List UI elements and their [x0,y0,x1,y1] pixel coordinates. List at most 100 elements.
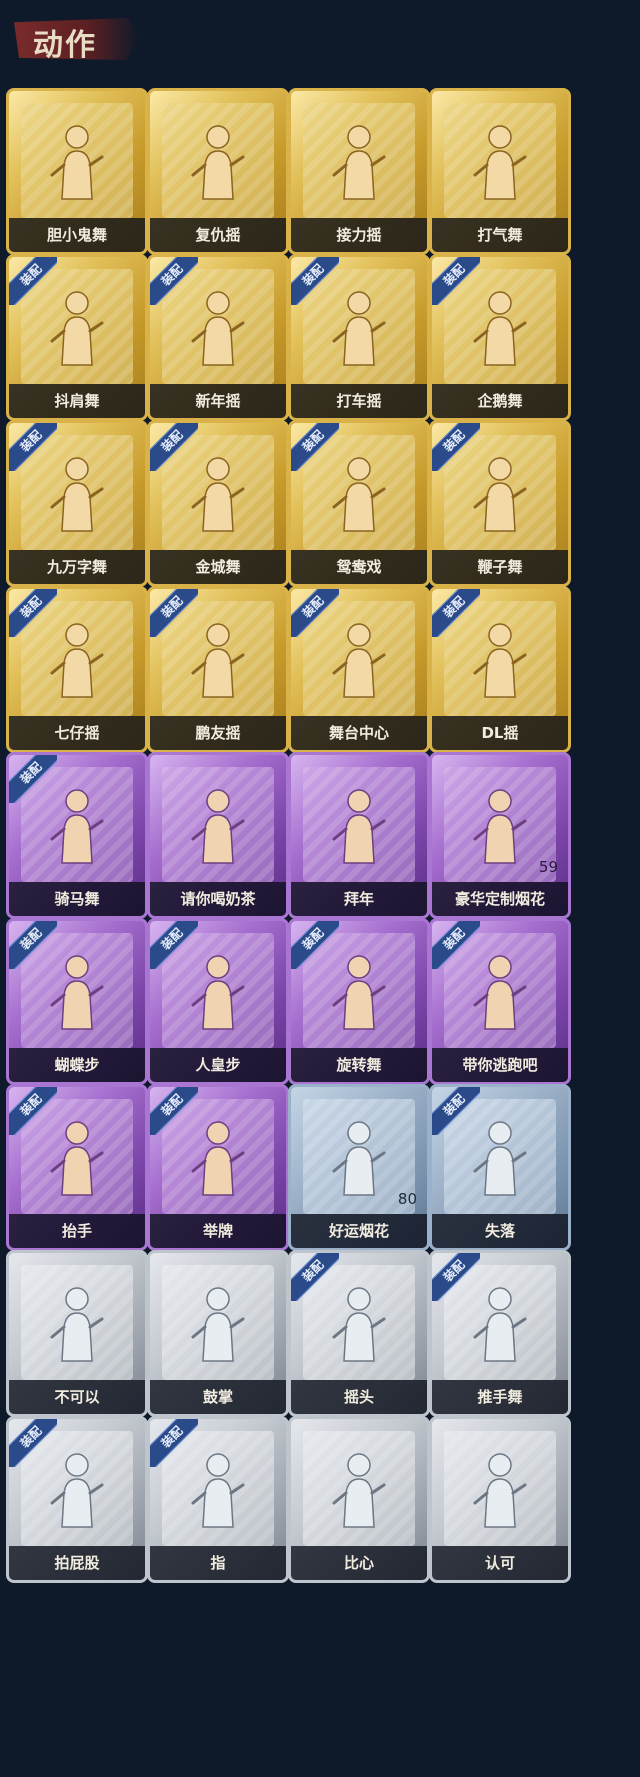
equipped-badge: 装配 [9,755,57,803]
emote-card[interactable]: 59 豪华定制烟花 [429,752,571,919]
emote-card[interactable]: 鼓掌 [147,1250,289,1417]
equipped-badge: 装配 [150,423,198,471]
equipped-badge: 装配 [150,1087,198,1135]
emote-label: 鞭子舞 [432,550,568,584]
emote-card[interactable]: 装配 舞台中心 [288,586,430,753]
equipped-badge-label: 装配 [291,1253,339,1301]
equipped-badge-label: 装配 [291,589,339,637]
emote-card[interactable]: 装配 DL摇 [429,586,571,753]
emote-card[interactable]: 装配 七仔摇 [6,586,148,753]
emote-label: 胆小鬼舞 [9,218,145,252]
emote-card[interactable]: 装配 新年摇 [147,254,289,421]
equipped-badge: 装配 [9,921,57,969]
emote-figure-icon [183,121,253,201]
emote-card[interactable]: 比心 [288,1416,430,1583]
emote-card[interactable]: 接力摇 [288,88,430,255]
emote-card[interactable]: 装配 失落 [429,1084,571,1251]
emote-label: 推手舞 [432,1380,568,1414]
emote-card[interactable]: 装配 带你逃跑吧 [429,918,571,1085]
equipped-badge: 装配 [9,1419,57,1467]
emote-card[interactable]: 胆小鬼舞 [6,88,148,255]
emote-figure-icon [324,1117,394,1197]
equipped-badge-label: 装配 [291,921,339,969]
emote-figure-icon [465,785,535,865]
emote-card[interactable]: 请你喝奶茶 [147,752,289,919]
emote-card[interactable]: 装配 推手舞 [429,1250,571,1417]
equipped-badge: 装配 [150,921,198,969]
emote-card[interactable]: 装配 抖肩舞 [6,254,148,421]
emote-card[interactable]: 不可以 [6,1250,148,1417]
emote-card[interactable]: 复仇摇 [147,88,289,255]
emote-label: 认可 [432,1546,568,1580]
item-count: 59 [538,858,558,876]
emote-card[interactable]: 装配 蝴蝶步 [6,918,148,1085]
emote-card[interactable]: 装配 摇头 [288,1250,430,1417]
emote-label: 抖肩舞 [9,384,145,418]
emote-label: 拜年 [291,882,427,916]
equipped-badge-label: 装配 [291,257,339,305]
equipped-badge-label: 装配 [9,257,57,305]
emote-figure-icon [324,1449,394,1529]
emote-card[interactable]: 认可 [429,1416,571,1583]
emote-card[interactable]: 装配 抬手 [6,1084,148,1251]
emote-card[interactable]: 装配 旋转舞 [288,918,430,1085]
equipped-badge-label: 装配 [432,1087,480,1135]
emote-card[interactable]: 装配 企鹅舞 [429,254,571,421]
emote-label: 接力摇 [291,218,427,252]
emote-label: 指 [150,1546,286,1580]
emote-label: 七仔摇 [9,716,145,750]
emote-figure-icon [465,1449,535,1529]
emote-figure-icon [465,121,535,201]
emote-card[interactable]: 装配 骑马舞 [6,752,148,919]
emote-figure-icon [183,785,253,865]
emote-label: 比心 [291,1546,427,1580]
equipped-badge: 装配 [9,423,57,471]
item-count: 80 [397,1190,417,1208]
emote-label: 失落 [432,1214,568,1248]
equipped-badge-label: 装配 [150,921,198,969]
emote-card[interactable]: 装配 人皇步 [147,918,289,1085]
equipped-badge: 装配 [432,423,480,471]
emote-label: 拍屁股 [9,1546,145,1580]
emote-label: 举牌 [150,1214,286,1248]
emote-card[interactable]: 装配 鞭子舞 [429,420,571,587]
equipped-badge-label: 装配 [432,589,480,637]
emote-label: 骑马舞 [9,882,145,916]
emote-label: 企鹅舞 [432,384,568,418]
emote-label: 舞台中心 [291,716,427,750]
emote-card[interactable]: 装配 拍屁股 [6,1416,148,1583]
emote-label: 蝴蝶步 [9,1048,145,1082]
header: 动作 [0,0,640,78]
emote-label: 打气舞 [432,218,568,252]
equipped-badge: 装配 [291,921,339,969]
emote-label: DL摇 [432,716,568,750]
equipped-badge-label: 装配 [9,1087,57,1135]
equipped-badge-label: 装配 [432,921,480,969]
equipped-badge: 装配 [9,589,57,637]
emote-card[interactable]: 装配 鹏友摇 [147,586,289,753]
emote-card[interactable]: 装配 金城舞 [147,420,289,587]
emote-label: 旋转舞 [291,1048,427,1082]
emote-card[interactable]: 装配 打车摇 [288,254,430,421]
equipped-badge: 装配 [291,1253,339,1301]
emote-figure-icon [42,1283,112,1363]
equipped-badge-label: 装配 [432,423,480,471]
equipped-badge-label: 装配 [9,589,57,637]
emote-card[interactable]: 拜年 [288,752,430,919]
equipped-badge: 装配 [432,589,480,637]
emote-figure-icon [183,1283,253,1363]
emote-card[interactable]: 装配 九万字舞 [6,420,148,587]
emote-figure-icon [324,785,394,865]
emote-label: 摇头 [291,1380,427,1414]
equipped-badge-label: 装配 [150,1419,198,1467]
equipped-badge: 装配 [432,1087,480,1135]
emote-card[interactable]: 打气舞 [429,88,571,255]
emote-card[interactable]: 装配 鸳鸯戏 [288,420,430,587]
equipped-badge: 装配 [150,1419,198,1467]
emote-card[interactable]: 装配指 [147,1416,289,1583]
emote-label: 抬手 [9,1214,145,1248]
equipped-badge-label: 装配 [291,423,339,471]
emote-card[interactable]: 80 好运烟花 [288,1084,430,1251]
equipped-badge: 装配 [9,257,57,305]
emote-card[interactable]: 装配 举牌 [147,1084,289,1251]
